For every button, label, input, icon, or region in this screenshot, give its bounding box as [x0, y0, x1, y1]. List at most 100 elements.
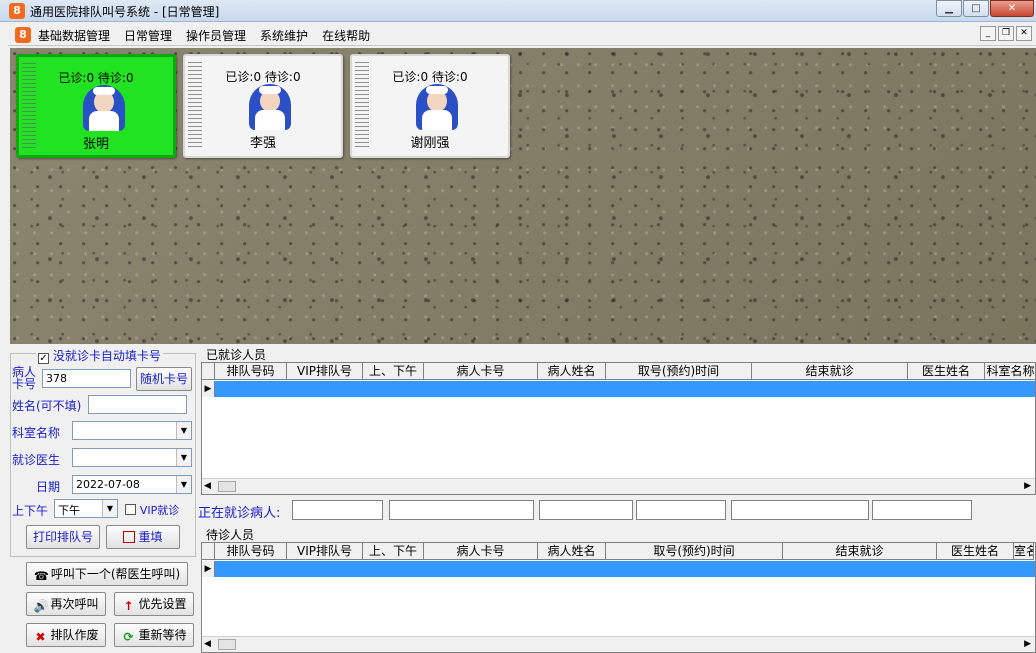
speaker-icon: 🔊	[33, 599, 49, 613]
refresh-icon: ⟳	[123, 630, 134, 644]
doctor-stats: 已诊:0 待诊:0	[225, 70, 301, 84]
col-ampm[interactable]: 上、下午	[363, 543, 424, 560]
app-icon: 8	[9, 3, 25, 19]
col-card[interactable]: 病人卡号	[424, 543, 538, 560]
reset-button[interactable]: 重填	[106, 525, 180, 549]
minimize-button[interactable]: ▁	[936, 0, 962, 17]
random-card-button[interactable]: 随机卡号	[136, 367, 192, 391]
table-row[interactable]	[202, 561, 1035, 577]
col-doctor[interactable]: 医生姓名	[937, 543, 1014, 560]
col-ampm[interactable]: 上、下午	[363, 363, 424, 380]
menu-system[interactable]: 系统维护	[260, 27, 308, 44]
doctor-name: 李强	[249, 136, 276, 151]
scroll-thumb[interactable]	[218, 639, 236, 650]
registration-panel: ✓ 没就诊卡自动填卡号 病人 卡号 378 随机卡号 姓名(可不填) 科室名称 …	[8, 345, 196, 653]
window-controls: ▁ □ ✕	[935, 0, 1034, 18]
col-dept[interactable]: 科室名称	[985, 363, 1035, 380]
ampm-select[interactable]: 下午 ▼	[54, 499, 118, 518]
col-time[interactable]: 取号(预约)时间	[606, 363, 752, 380]
dept-select[interactable]: ▼	[72, 421, 192, 440]
mdi-restore-button[interactable]: ❐	[998, 26, 1014, 41]
doctor-stats: 已诊:0 待诊:0	[392, 70, 468, 84]
menu-basic-data[interactable]: 基础数据管理	[38, 27, 110, 44]
grid-header: 排队号码 VIP排队号 上、下午 病人卡号 病人姓名 取号(预约)时间 结束就诊…	[202, 543, 1034, 560]
menu-help[interactable]: 在线帮助	[322, 27, 370, 44]
done-caption: 已就诊人员	[206, 348, 267, 362]
x-icon: ✖	[35, 630, 46, 644]
doctor-avatar-icon	[416, 84, 458, 130]
auto-fill-checkbox[interactable]: ✓	[38, 353, 49, 364]
card-number-input[interactable]: 378	[42, 369, 131, 388]
doctor-label: 就诊医生	[12, 453, 61, 467]
current-field	[539, 500, 633, 520]
doctor-name: 张明	[82, 137, 109, 152]
col-card[interactable]: 病人卡号	[424, 363, 538, 380]
vip-checkbox[interactable]	[125, 504, 136, 515]
scroll-right-icon[interactable]: ▶	[1024, 481, 1031, 491]
col-end[interactable]: 结束就诊	[783, 543, 937, 560]
mdi-app-icon[interactable]: 8	[15, 27, 31, 43]
chevron-down-icon[interactable]: ▼	[176, 422, 191, 439]
chevron-down-icon[interactable]: ▼	[176, 476, 191, 493]
up-arrow-icon: ↑	[123, 599, 134, 613]
col-queue-no[interactable]: 排队号码	[215, 543, 287, 560]
vip-label: VIP就诊	[139, 504, 180, 517]
col-vip-no[interactable]: VIP排队号	[287, 363, 363, 380]
scroll-right-icon[interactable]: ▶	[1024, 639, 1031, 649]
waiting-caption: 待诊人员	[206, 528, 255, 542]
void-button[interactable]: ✖ 排队作废	[26, 623, 106, 647]
grid-header: 排队号码 VIP排队号 上、下午 病人卡号 病人姓名 取号(预约)时间 结束就诊…	[202, 363, 1035, 380]
done-section: 已就诊人员 排队号码 VIP排队号 上、下午 病人卡号 病人姓名 取号(预约)时…	[198, 345, 1036, 495]
date-label: 日期	[36, 480, 61, 494]
current-field	[731, 500, 869, 520]
print-queue-button[interactable]: 打印排队号	[26, 525, 100, 549]
menu-daily[interactable]: 日常管理	[124, 27, 172, 44]
scroll-thumb[interactable]	[218, 481, 236, 492]
horizontal-scrollbar[interactable]: ◀ ▶	[202, 636, 1035, 652]
waiting-section: 待诊人员 排队号码 VIP排队号 上、下午 病人卡号 病人姓名 取号(预约)时间…	[198, 525, 1036, 653]
horizontal-scrollbar[interactable]: ◀ ▶	[202, 478, 1035, 494]
doctor-select[interactable]: ▼	[72, 448, 192, 467]
done-grid[interactable]: 排队号码 VIP排队号 上、下午 病人卡号 病人姓名 取号(预约)时间 结束就诊…	[201, 362, 1036, 495]
chevron-down-icon[interactable]: ▼	[176, 449, 191, 466]
chevron-down-icon[interactable]: ▼	[102, 500, 117, 517]
doctor-board: 已诊:0 待诊:0 张明 已诊:0 待诊:0 李强 已诊:0 待诊:0 谢刚强	[10, 48, 1036, 344]
vip-option[interactable]: VIP就诊	[125, 502, 179, 518]
maximize-button[interactable]: □	[963, 0, 989, 17]
doctor-card-liqiang[interactable]: 已诊:0 待诊:0 李强	[183, 54, 343, 158]
table-row[interactable]	[202, 381, 1035, 397]
col-name[interactable]: 病人姓名	[538, 363, 606, 380]
col-end[interactable]: 结束就诊	[752, 363, 908, 380]
dept-label: 科室名称	[12, 426, 61, 440]
auto-fill-label: 没就诊卡自动填卡号	[52, 349, 161, 363]
scroll-left-icon[interactable]: ◀	[204, 481, 211, 491]
menu-operator[interactable]: 操作员管理	[186, 27, 246, 44]
doctor-card-xiegangqiang[interactable]: 已诊:0 待诊:0 谢刚强	[350, 54, 510, 158]
waiting-grid[interactable]: 排队号码 VIP排队号 上、下午 病人卡号 病人姓名 取号(预约)时间 结束就诊…	[201, 542, 1036, 653]
col-vip-no[interactable]: VIP排队号	[287, 543, 363, 560]
col-queue-no[interactable]: 排队号码	[215, 363, 287, 380]
col-name[interactable]: 病人姓名	[538, 543, 606, 560]
mdi-minimize-button[interactable]: _	[980, 26, 996, 41]
doctor-avatar-icon	[249, 84, 291, 130]
mdi-close-button[interactable]: ✕	[1016, 26, 1032, 41]
date-picker[interactable]: 2022-07-08 ▼	[72, 475, 192, 494]
col-doctor[interactable]: 医生姓名	[908, 363, 985, 380]
priority-button[interactable]: ↑ 优先设置	[114, 592, 194, 616]
close-button[interactable]: ✕	[990, 0, 1034, 17]
current-field	[389, 500, 534, 520]
auto-fill-option[interactable]: ✓ 没就诊卡自动填卡号	[36, 347, 163, 364]
row-pointer-icon: ▶	[202, 561, 215, 577]
col-time[interactable]: 取号(预约)时间	[606, 543, 783, 560]
title-bar: 8 通用医院排队叫号系统 - [日常管理] ▁ □ ✕	[0, 0, 1036, 22]
doctor-card-zhangming[interactable]: 已诊:0 待诊:0 张明	[16, 54, 176, 158]
doctor-name: 谢刚强	[410, 136, 450, 151]
col-dept[interactable]: 室名	[1014, 543, 1034, 560]
patient-name-input[interactable]	[88, 395, 187, 414]
doctor-avatar-icon	[83, 85, 125, 131]
window-title: 通用医院排队叫号系统 - [日常管理]	[30, 5, 220, 19]
call-next-button[interactable]: ☎ 呼叫下一个(帮医生呼叫)	[26, 562, 188, 586]
requeue-button[interactable]: ⟳ 重新等待	[114, 623, 194, 647]
call-again-button[interactable]: 🔊 再次呼叫	[26, 592, 106, 616]
scroll-left-icon[interactable]: ◀	[204, 639, 211, 649]
